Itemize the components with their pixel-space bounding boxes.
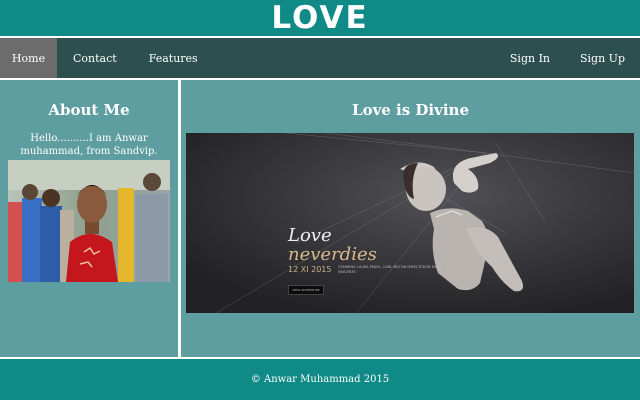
about-me-text: Hello..........I am Anwar muhammad, from… [20,133,158,157]
nav-contact-link[interactable]: Contact [57,38,133,78]
nav-left-group: Home Contact Features [0,38,214,78]
about-me-panel: About Me Hello..........I am Anwar muham… [0,80,178,357]
banner-credits: STARRING LAURA PEARL, CARL MILTON DIRECT… [338,265,442,274]
nav-home-link[interactable]: Home [0,38,57,78]
site-logo: LOVE [271,0,369,36]
site-footer: © Anwar Muhammad 2015 [0,359,640,400]
nav-sign-up-link[interactable]: Sign Up [565,38,640,78]
footer-copyright: © Anwar Muhammad 2015 [250,374,390,385]
nav-sign-in-link[interactable]: Sign In [495,38,565,78]
main-navbar: Home Contact Features Sign In Sign Up [0,38,640,78]
profile-photo [8,160,170,282]
movie-banner-image: Love neverdies 12 XI 2015 STARRING LAURA… [186,133,634,313]
banner-view-button[interactable]: VIEW ADVENTURE [288,285,324,295]
love-is-divine-title: Love is Divine [352,101,469,119]
nav-right-group: Sign In Sign Up [495,38,640,78]
content-area: About Me Hello..........I am Anwar muham… [0,80,640,357]
love-is-divine-panel: Love is Divine Love neverdies 12 XI 2015… [181,80,640,357]
nav-features-link[interactable]: Features [133,38,214,78]
banner-title-line2: neverdies [288,244,377,265]
banner-title: Love neverdies [288,226,377,264]
banner-title-line1: Love [288,225,332,246]
banner-date: 12 XI 2015 [288,265,332,274]
site-header: LOVE [0,0,640,36]
about-me-title: About Me [48,101,130,119]
